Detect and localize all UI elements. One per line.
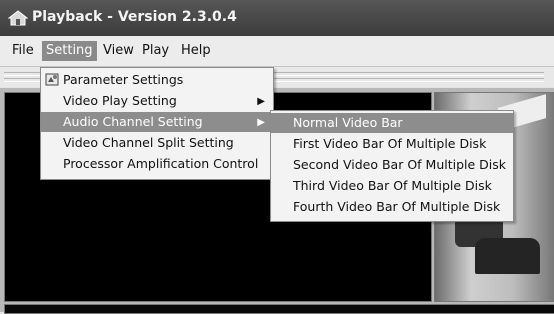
- menu-view[interactable]: View: [99, 41, 138, 61]
- menu-item-processor-amplification-control[interactable]: Processor Amplification Control: [41, 154, 273, 174]
- menu-bar: File Setting View Play Help: [0, 36, 554, 67]
- submenu-item-fourth-video-bar[interactable]: Fourth Video Bar Of Multiple Disk: [271, 197, 513, 217]
- menu-help[interactable]: Help: [177, 41, 215, 61]
- submenu-item-label: Second Video Bar Of Multiple Disk: [293, 157, 507, 172]
- submenu-item-first-video-bar[interactable]: First Video Bar Of Multiple Disk: [271, 134, 513, 154]
- parameter-settings-icon: [45, 73, 59, 86]
- submenu-item-third-video-bar[interactable]: Third Video Bar Of Multiple Disk: [271, 176, 513, 196]
- menu-item-label: Video Play Setting: [63, 93, 177, 108]
- title-bar: Playback - Version 2.3.0.4: [0, 0, 554, 36]
- submenu-arrow-icon: ▶: [257, 117, 265, 128]
- submenu-item-label: Third Video Bar Of Multiple Disk: [293, 178, 492, 193]
- app-house-icon: [8, 10, 28, 26]
- menu-item-video-play-setting[interactable]: Video Play Setting ▶: [41, 91, 273, 111]
- submenu-item-label: First Video Bar Of Multiple Disk: [293, 136, 487, 151]
- setting-menu-dropdown: Parameter Settings Video Play Setting ▶ …: [40, 67, 274, 180]
- menu-item-label: Parameter Settings: [63, 72, 184, 87]
- menu-file[interactable]: File: [8, 41, 38, 61]
- submenu-item-second-video-bar[interactable]: Second Video Bar Of Multiple Disk: [271, 155, 513, 175]
- menu-setting[interactable]: Setting: [42, 41, 97, 61]
- camera-chair-base: [475, 238, 540, 274]
- submenu-item-label: Normal Video Bar: [293, 115, 403, 130]
- menu-item-video-channel-split-setting[interactable]: Video Channel Split Setting: [41, 133, 273, 153]
- menu-item-parameter-settings[interactable]: Parameter Settings: [41, 70, 273, 90]
- menu-item-label: Audio Channel Setting: [63, 114, 203, 129]
- submenu-item-label: Fourth Video Bar Of Multiple Disk: [293, 199, 501, 214]
- video-strip: [4, 304, 554, 314]
- window-title: Playback - Version 2.3.0.4: [32, 9, 237, 25]
- menu-item-audio-channel-setting[interactable]: Audio Channel Setting ▶: [41, 112, 273, 132]
- submenu-arrow-icon: ▶: [257, 96, 265, 107]
- submenu-item-normal-video-bar[interactable]: Normal Video Bar: [271, 113, 513, 133]
- menu-play[interactable]: Play: [138, 41, 173, 61]
- menu-item-label: Processor Amplification Control: [63, 156, 259, 171]
- menu-item-label: Video Channel Split Setting: [63, 135, 234, 150]
- audio-channel-submenu: Normal Video Bar First Video Bar Of Mult…: [270, 110, 514, 222]
